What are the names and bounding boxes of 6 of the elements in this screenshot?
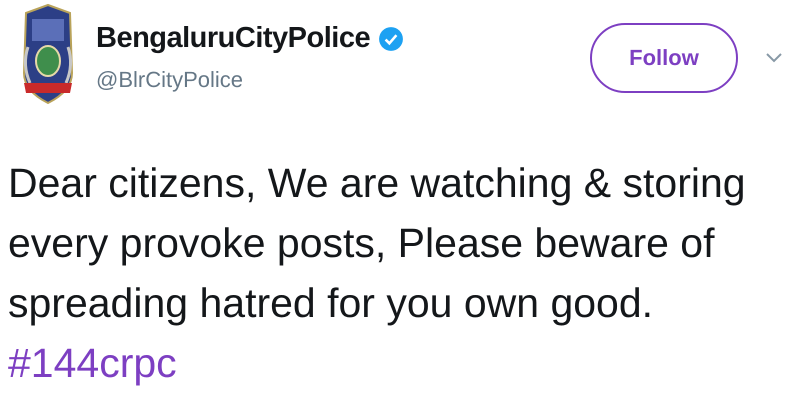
account-name[interactable]: BengaluruCityPolice — [96, 22, 370, 55]
chevron-down-icon[interactable] — [766, 52, 782, 62]
hashtag-link[interactable]: #144crpc — [8, 340, 177, 386]
follow-button[interactable]: Follow — [590, 22, 738, 92]
account-handle[interactable]: @BlrCityPolice — [96, 67, 590, 93]
tweet-text: Dear citizens, We are watching & storing every provoke posts, Please beware of spreading hatred for you own good. #144crpc — [8, 159, 747, 388]
